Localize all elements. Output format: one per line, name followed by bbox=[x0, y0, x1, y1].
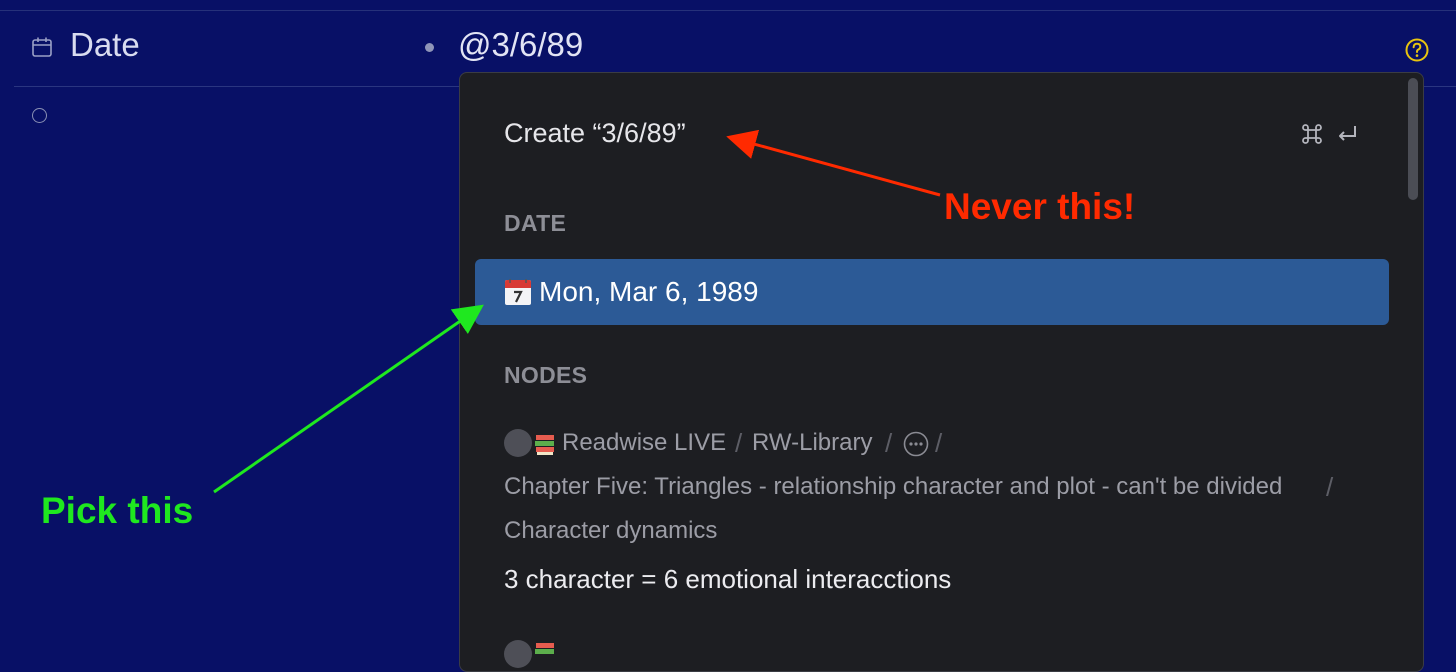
date-option-label: Mon, Mar 6, 1989 bbox=[539, 276, 759, 307]
books-emoji-icon bbox=[535, 643, 554, 654]
question-circle-icon[interactable] bbox=[1404, 37, 1430, 63]
top-divider bbox=[0, 10, 1456, 11]
breadcrumb-character-dynamics[interactable]: Character dynamics bbox=[504, 517, 717, 545]
breadcrumb-readwise[interactable]: Readwise LIVE bbox=[562, 429, 726, 457]
field-bullet bbox=[425, 43, 434, 52]
breadcrumb-chapter[interactable]: Chapter Five: Triangles - relationship c… bbox=[504, 473, 1282, 501]
command-key-icon bbox=[1302, 124, 1322, 144]
avatar bbox=[504, 640, 532, 668]
annotation-pick-this: Pick this bbox=[41, 490, 194, 531]
breadcrumb-rw-library[interactable]: RW-Library bbox=[752, 429, 872, 457]
field-value-input[interactable]: @3/6/89 bbox=[458, 26, 583, 64]
dropdown-scrollbar[interactable] bbox=[1408, 78, 1418, 200]
enter-key-icon bbox=[1339, 126, 1356, 141]
ellipsis-circle-icon[interactable] bbox=[902, 430, 930, 458]
field-label: Date bbox=[70, 26, 140, 63]
books-emoji-icon bbox=[535, 435, 554, 455]
breadcrumb-separator: / bbox=[1326, 472, 1334, 502]
calendar-outline-icon bbox=[32, 37, 52, 57]
breadcrumb-separator: / bbox=[935, 428, 943, 458]
breadcrumb-separator: / bbox=[735, 428, 743, 458]
pick-arrow bbox=[213, 304, 484, 494]
avatar bbox=[504, 429, 532, 457]
section-header-date: DATE bbox=[504, 210, 567, 236]
section-header-nodes: NODES bbox=[504, 362, 588, 388]
node-option-title[interactable]: 3 character = 6 emotional interacctions bbox=[504, 564, 951, 595]
breadcrumb-separator: / bbox=[885, 428, 893, 458]
annotation-never-this: Never this! bbox=[944, 186, 1136, 227]
empty-bullet[interactable] bbox=[32, 108, 47, 123]
calendar-emoji-icon bbox=[505, 279, 531, 305]
create-option[interactable]: Create “3/6/89” bbox=[504, 118, 686, 149]
